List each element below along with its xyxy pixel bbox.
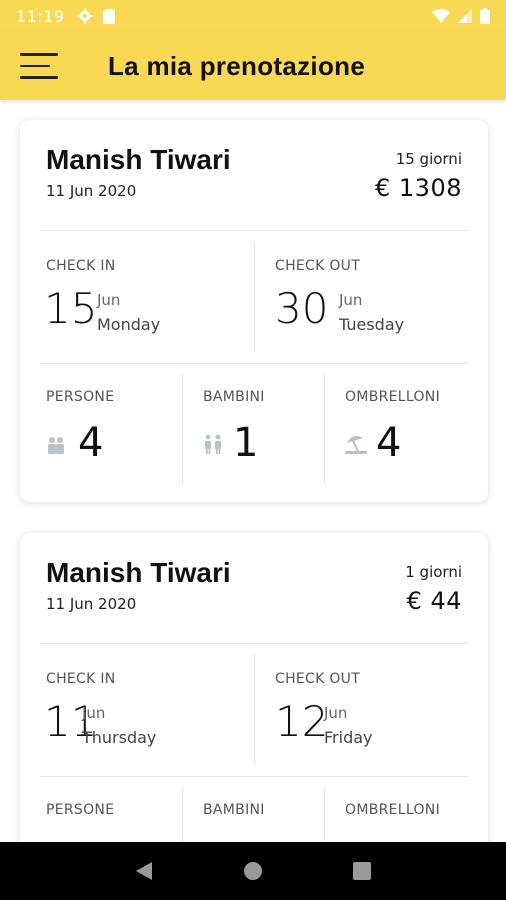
settings-gear-icon — [77, 8, 93, 24]
children-count: 1 — [233, 420, 259, 466]
back-button[interactable] — [124, 851, 164, 891]
check-out-label: CHECK OUT — [275, 258, 361, 274]
system-nav-bar — [0, 842, 506, 900]
status-time: 11:19 — [16, 6, 65, 26]
sd-card-icon — [102, 8, 115, 24]
signal-icon — [458, 9, 472, 23]
divider — [40, 776, 468, 777]
umbrellas-label: OMBRELLONI — [345, 389, 440, 405]
booking-card[interactable]: Manish Tiwari 11 Jun 2020 1 giorni € 44 … — [20, 533, 488, 842]
divider — [40, 643, 468, 644]
beach-umbrella-icon — [345, 435, 367, 454]
check-out-label: CHECK OUT — [275, 671, 361, 687]
wifi-icon — [432, 9, 450, 23]
check-in-month: Jun — [82, 704, 106, 722]
hamburger-menu-icon[interactable] — [20, 44, 64, 88]
booking-date: 11 Jun 2020 — [46, 595, 137, 613]
divider — [254, 655, 255, 765]
children-label: BAMBINI — [203, 389, 265, 405]
children-icon — [205, 434, 221, 454]
check-in-weekday: Thursday — [82, 728, 157, 747]
guest-name: Manish Tiwari — [46, 557, 231, 588]
check-out-month: Jun — [339, 291, 363, 309]
persons-count: 4 — [78, 420, 104, 466]
booking-card[interactable]: Manish Tiwari 11 Jun 2020 15 giorni € 13… — [20, 120, 488, 502]
check-in-label: CHECK IN — [46, 258, 116, 274]
battery-icon — [480, 8, 490, 24]
divider — [40, 363, 468, 364]
check-in-weekday: Monday — [97, 315, 161, 334]
umbrellas-label: OMBRELLONI — [345, 802, 440, 818]
booking-date: 11 Jun 2020 — [46, 182, 137, 200]
divider — [324, 787, 325, 842]
umbrellas-count: 4 — [376, 420, 402, 466]
booking-list[interactable]: Manish Tiwari 11 Jun 2020 15 giorni € 13… — [0, 100, 506, 842]
persons-icon — [48, 437, 64, 454]
nights-count: 1 giorni — [405, 563, 462, 581]
divider — [182, 787, 183, 842]
check-out-day: 12 — [275, 697, 329, 746]
persons-label: PERSONE — [46, 389, 115, 405]
divider — [254, 242, 255, 352]
nights-count: 15 giorni — [395, 150, 462, 168]
booking-card-header: Manish Tiwari 11 Jun 2020 15 giorni € 13… — [20, 120, 488, 230]
check-out-weekday: Friday — [324, 728, 373, 747]
recents-button[interactable] — [342, 851, 382, 891]
back-triangle-icon — [136, 862, 153, 880]
status-left-icons — [77, 8, 115, 24]
check-out-day: 30 — [275, 284, 329, 333]
check-in-label: CHECK IN — [46, 671, 116, 687]
booking-price: € 1308 — [375, 174, 462, 202]
app-bar: La mia prenotazione — [0, 32, 506, 100]
divider — [40, 230, 468, 231]
divider — [182, 374, 183, 484]
persons-label: PERSONE — [46, 802, 115, 818]
status-right-icons — [432, 8, 490, 24]
children-label: BAMBINI — [203, 802, 265, 818]
home-circle-icon — [243, 862, 262, 880]
booking-card-header: Manish Tiwari 11 Jun 2020 1 giorni € 44 — [20, 533, 488, 643]
check-in-month: Jun — [97, 291, 121, 309]
check-out-weekday: Tuesday — [339, 315, 405, 334]
page-title: La mia prenotazione — [108, 50, 366, 81]
recents-square-icon — [352, 862, 371, 880]
home-button[interactable] — [233, 851, 273, 891]
guest-name: Manish Tiwari — [46, 144, 231, 175]
booking-price: € 44 — [406, 587, 462, 615]
divider — [324, 374, 325, 484]
check-in-day: 15 — [44, 284, 98, 333]
check-out-month: Jun — [324, 704, 348, 722]
status-bar: 11:19 — [0, 0, 506, 32]
